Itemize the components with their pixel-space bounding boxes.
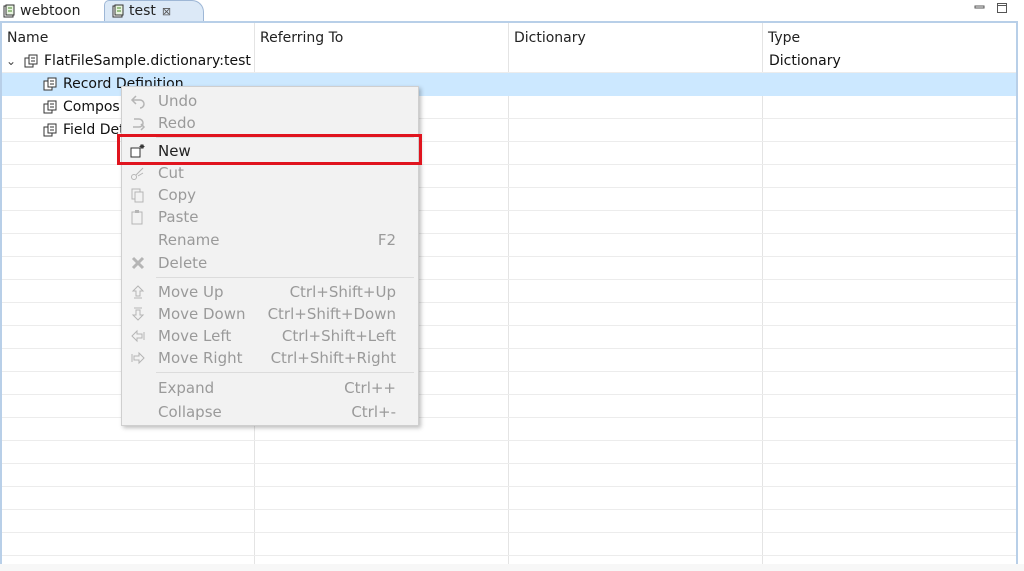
paste-icon <box>130 209 146 225</box>
cut-icon <box>130 165 146 181</box>
menu-item-cut[interactable]: Cut <box>122 162 418 184</box>
menu-item-copy[interactable]: Copy <box>122 184 418 206</box>
table-row[interactable]: ⌄ FlatFileSample.dictionary:test Diction… <box>2 50 1016 73</box>
field-node-icon <box>43 123 57 137</box>
table-row[interactable] <box>2 441 1016 464</box>
menu-separator <box>156 277 414 278</box>
arrow-up-icon <box>130 284 146 300</box>
menu-item-move-down[interactable]: Move Down Ctrl+Shift+Down <box>122 303 418 325</box>
chevron-down-icon[interactable]: ⌄ <box>6 50 16 73</box>
editor-tab-bar: webtoon test ⊠ <box>0 0 1024 21</box>
row-name: Composi <box>63 99 124 115</box>
menu-item-paste[interactable]: Paste <box>122 206 418 228</box>
menu-item-move-right[interactable]: Move Right Ctrl+Shift+Right <box>122 347 418 369</box>
close-icon[interactable]: ⊠ <box>162 5 171 18</box>
menu-separator <box>156 372 414 373</box>
maximize-icon[interactable] <box>996 2 1008 14</box>
menu-item-expand[interactable]: Expand Ctrl++ <box>122 377 418 399</box>
shortcut-label: Ctrl+Shift+Right <box>270 349 396 367</box>
arrow-down-icon <box>130 306 146 322</box>
header-dictionary[interactable]: Dictionary <box>509 23 762 50</box>
shortcut-label: Ctrl+- <box>351 403 396 421</box>
dictionary-file-icon <box>111 4 125 18</box>
redo-icon <box>130 115 146 131</box>
shortcut-label: Ctrl+Shift+Down <box>267 305 396 323</box>
table-header: Name Referring To Dictionary Type <box>2 23 1016 50</box>
tab-webtoon[interactable]: webtoon <box>0 0 104 21</box>
tab-label: test <box>129 3 156 19</box>
shortcut-label: Ctrl+Shift+Up <box>289 283 396 301</box>
shortcut-label: Ctrl+Shift+Left <box>281 327 396 345</box>
menu-item-collapse[interactable]: Collapse Ctrl+- <box>122 401 418 423</box>
tab-label: webtoon <box>20 2 81 19</box>
undo-icon <box>130 93 146 109</box>
menu-item-move-up[interactable]: Move Up Ctrl+Shift+Up <box>122 281 418 303</box>
menu-item-delete[interactable]: Delete <box>122 252 418 274</box>
table-row[interactable] <box>2 464 1016 487</box>
dictionary-node-icon <box>24 54 38 68</box>
record-node-icon <box>43 77 57 91</box>
row-name: Field Det <box>63 122 125 138</box>
header-referring-to[interactable]: Referring To <box>255 23 508 50</box>
row-name: FlatFileSample.dictionary:test <box>44 53 251 69</box>
shortcut-label: Ctrl++ <box>344 379 396 397</box>
row-type: Dictionary <box>769 53 841 69</box>
table-row[interactable] <box>2 510 1016 533</box>
copy-icon <box>130 187 146 203</box>
composite-node-icon <box>43 100 57 114</box>
dictionary-file-icon <box>2 4 16 18</box>
table-row[interactable] <box>2 533 1016 556</box>
header-name[interactable]: Name <box>2 23 254 50</box>
menu-item-move-left[interactable]: Move Left Ctrl+Shift+Left <box>122 325 418 347</box>
menu-item-redo[interactable]: Redo <box>122 112 418 134</box>
menu-item-rename[interactable]: Rename F2 <box>122 229 418 251</box>
menu-item-undo[interactable]: Undo <box>122 90 418 112</box>
delete-icon <box>130 255 146 271</box>
arrow-right-icon <box>130 350 146 366</box>
tab-test[interactable]: test ⊠ <box>104 0 204 21</box>
table-row[interactable] <box>2 487 1016 510</box>
minimize-icon[interactable] <box>974 2 986 14</box>
arrow-left-icon <box>130 328 146 344</box>
highlight-box <box>117 134 422 165</box>
shortcut-label: F2 <box>377 231 396 249</box>
horizontal-scrollbar[interactable] <box>0 564 1024 571</box>
header-type[interactable]: Type <box>763 23 1016 50</box>
